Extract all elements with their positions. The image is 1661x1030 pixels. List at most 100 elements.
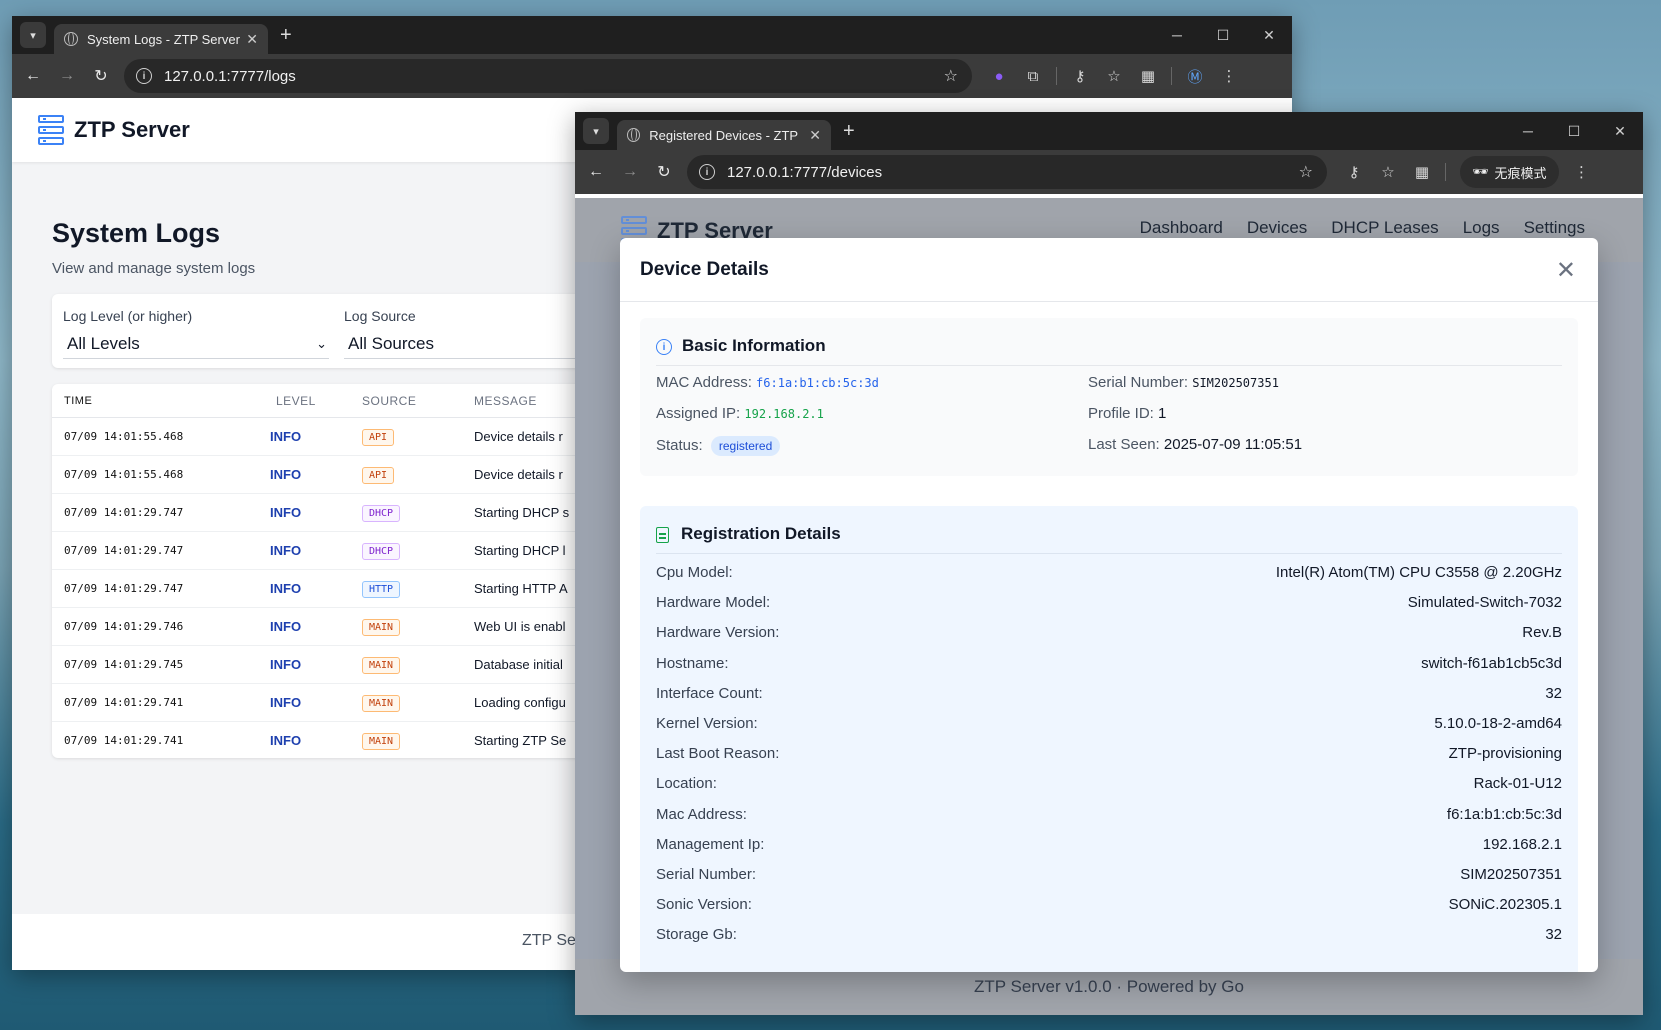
table-row[interactable]: 07/09 14:01:29.741 INFO MAIN Loading config… xyxy=(52,684,612,722)
incognito-indicator[interactable]: 🕶 无痕模式 xyxy=(1460,156,1559,188)
log-time: 07/09 14:01:55.468 xyxy=(64,430,184,443)
table-row[interactable]: 07/09 14:01:55.468 INFO API Device details … xyxy=(52,456,612,494)
tab-strip: ▾ System Logs - ZTP Server ✕ + ─ ☐ ✕ xyxy=(12,16,1292,54)
col-level[interactable]: LEVEL xyxy=(264,394,362,408)
close-tab-icon[interactable]: ✕ xyxy=(246,31,258,48)
favorites-icon[interactable]: ☆ xyxy=(1371,163,1405,181)
close-icon[interactable]: ✕ xyxy=(1556,256,1576,285)
toolbar-divider xyxy=(1056,67,1057,85)
nav-settings[interactable]: Settings xyxy=(1524,218,1585,238)
extension-badge-icon[interactable]: ● xyxy=(982,68,1016,85)
nav-dashboard[interactable]: Dashboard xyxy=(1140,218,1223,238)
registration-key: Sonic Version: xyxy=(656,896,752,914)
bookmark-star-icon[interactable]: ☆ xyxy=(944,66,958,86)
menu-kebab-icon[interactable]: ⋮ xyxy=(1565,163,1599,181)
profile-avatar-icon[interactable]: Ⓜ xyxy=(1178,66,1212,87)
basic-info-heading: i Basic Information xyxy=(656,336,1562,366)
source-select[interactable]: All Sources xyxy=(344,334,612,359)
log-level: INFO xyxy=(264,429,362,444)
footer-text: ZTP Server v1.0.0 · Powered by Go xyxy=(974,977,1244,996)
log-level-text: INFO xyxy=(270,695,302,710)
table-row[interactable]: 07/09 14:01:29.747 INFO DHCP Starting DHCP … xyxy=(52,494,612,532)
globe-icon xyxy=(64,32,78,46)
minimize-icon[interactable]: ─ xyxy=(1505,123,1551,139)
table-row[interactable]: 07/09 14:01:29.747 INFO HTTP Starting HTTP … xyxy=(52,570,612,608)
source-badge: MAIN xyxy=(362,618,401,636)
address-bar[interactable]: i 127.0.0.1:7777/logs ☆ xyxy=(124,59,972,93)
source-badge: HTTP xyxy=(362,580,401,598)
registration-row: Location: Rack-01-U12 xyxy=(656,775,1562,807)
basic-info-card: i Basic Information MAC Address: f6:1a:b… xyxy=(640,318,1578,476)
nav-devices[interactable]: Devices xyxy=(1247,218,1307,238)
col-time[interactable]: TIME xyxy=(52,395,264,407)
modal-title: Device Details xyxy=(640,258,769,280)
tab-search-icon[interactable]: ▾ xyxy=(583,118,609,144)
col-source[interactable]: SOURCE xyxy=(362,394,474,408)
password-key-icon[interactable]: ⚷ xyxy=(1063,67,1097,85)
logs-table: TIME LEVEL SOURCE MESSAGE 07/09 14:01:55… xyxy=(52,384,612,758)
registration-heading: Registration Details xyxy=(656,524,1562,554)
reload-icon[interactable]: ↻ xyxy=(84,66,118,86)
tab-search-icon[interactable]: ▾ xyxy=(20,22,46,48)
password-key-icon[interactable]: ⚷ xyxy=(1337,163,1371,181)
log-time: 07/09 14:01:29.747 xyxy=(64,506,184,519)
close-window-icon[interactable]: ✕ xyxy=(1597,123,1643,140)
forward-icon[interactable]: → xyxy=(50,67,84,85)
back-icon[interactable]: ← xyxy=(579,163,613,181)
browser-window-devices: ▾ Registered Devices - ZTP Ser ✕ + ─ ☐ ✕… xyxy=(575,112,1643,1015)
table-row[interactable]: 07/09 14:01:29.745 INFO MAIN Database initi… xyxy=(52,646,612,684)
log-level-text: INFO xyxy=(270,657,302,672)
table-row[interactable]: 07/09 14:01:55.468 INFO API Device details … xyxy=(52,418,612,456)
nav-logs[interactable]: Logs xyxy=(1463,218,1500,238)
menu-kebab-icon[interactable]: ⋮ xyxy=(1212,67,1246,85)
registration-key: Kernel Version: xyxy=(656,715,758,732)
registration-key: Hostname: xyxy=(656,654,729,672)
minimize-icon[interactable]: ─ xyxy=(1154,27,1200,43)
site-info-icon[interactable]: i xyxy=(699,164,715,180)
last-seen-field: Last Seen: 2025-07-09 11:05:51 xyxy=(1088,436,1302,453)
apps-grid-icon[interactable]: ▦ xyxy=(1405,163,1439,181)
log-level: INFO xyxy=(264,467,362,482)
reload-icon[interactable]: ↻ xyxy=(647,162,681,182)
apps-grid-icon[interactable]: ▦ xyxy=(1131,67,1165,85)
back-icon[interactable]: ← xyxy=(16,67,50,85)
forward-icon[interactable]: → xyxy=(613,163,647,181)
source-badge: MAIN xyxy=(362,656,401,674)
table-row[interactable]: 07/09 14:01:29.741 INFO MAIN Starting ZTP S… xyxy=(52,722,612,758)
new-tab-icon[interactable]: + xyxy=(280,24,292,47)
close-window-icon[interactable]: ✕ xyxy=(1246,27,1292,44)
maximize-icon[interactable]: ☐ xyxy=(1551,123,1597,140)
device-details-modal: Device Details ✕ i Basic Information MAC… xyxy=(620,238,1598,972)
incognito-icon: 🕶 xyxy=(1472,164,1489,179)
tab-system-logs[interactable]: System Logs - ZTP Server ✕ xyxy=(54,24,268,54)
globe-icon xyxy=(627,128,641,142)
registration-title: Registration Details xyxy=(681,524,841,543)
source-badge: API xyxy=(362,466,395,484)
bookmark-star-icon[interactable]: ☆ xyxy=(1299,162,1313,182)
nav-dhcp-leases[interactable]: DHCP Leases xyxy=(1331,218,1438,238)
table-row[interactable]: 07/09 14:01:29.747 INFO DHCP Starting DHCP … xyxy=(52,532,612,570)
tab-registered-devices[interactable]: Registered Devices - ZTP Ser ✕ xyxy=(617,120,831,150)
level-filter-label: Log Level (or higher) xyxy=(63,308,193,324)
browser-toolbar: ← → ↻ i 127.0.0.1:7777/logs ☆ ● ⧉ ⚷ ☆ ▦ … xyxy=(12,54,1292,98)
log-level: INFO xyxy=(264,581,362,596)
site-info-icon[interactable]: i xyxy=(136,68,152,84)
extensions-icon[interactable]: ⧉ xyxy=(1016,68,1050,85)
level-select[interactable]: All Levels ⌄ xyxy=(63,334,329,359)
close-tab-icon[interactable]: ✕ xyxy=(809,127,821,144)
window-controls: ─ ☐ ✕ xyxy=(1505,112,1643,150)
source-badge: DHCP xyxy=(362,504,401,522)
registration-row: Cpu Model: Intel(R) Atom(TM) CPU C3558 @ … xyxy=(656,564,1562,596)
maximize-icon[interactable]: ☐ xyxy=(1200,27,1246,44)
favorites-icon[interactable]: ☆ xyxy=(1097,67,1131,85)
mac-address-field: MAC Address: f6:1a:b1:cb:5c:3d xyxy=(656,374,879,391)
log-time: 07/09 14:01:29.741 xyxy=(64,696,184,709)
table-row[interactable]: 07/09 14:01:29.746 INFO MAIN Web UI is enab… xyxy=(52,608,612,646)
address-bar[interactable]: i 127.0.0.1:7777/devices ☆ xyxy=(687,155,1327,189)
incognito-label: 无痕模式 xyxy=(1494,165,1547,181)
new-tab-icon[interactable]: + xyxy=(843,120,855,143)
brand-title[interactable]: ZTP Server xyxy=(74,117,190,143)
log-level: INFO xyxy=(264,695,362,710)
last-seen-label: Last Seen: xyxy=(1088,436,1160,453)
status-label: Status: xyxy=(656,437,703,454)
